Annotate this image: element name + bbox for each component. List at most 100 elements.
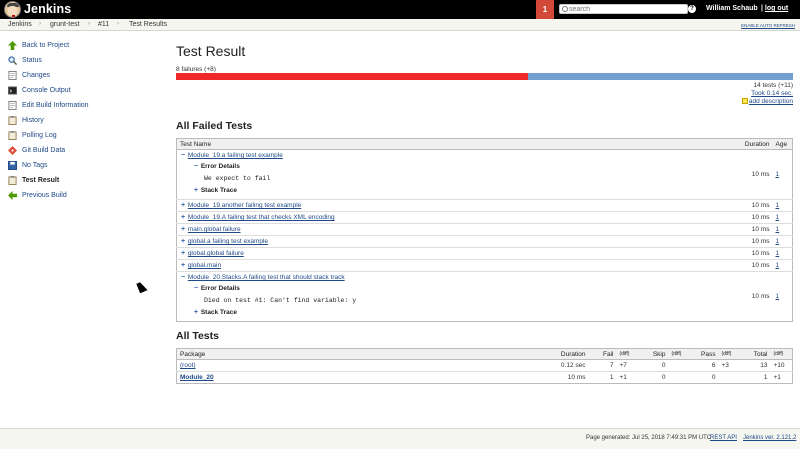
- notepad-icon: [8, 101, 17, 110]
- breadcrumb-build[interactable]: #11: [98, 21, 109, 28]
- sidebar-item-back-to-project[interactable]: Back to Project: [8, 40, 158, 52]
- sidebar-item-edit-build-information[interactable]: Edit Build Information: [8, 100, 158, 112]
- notepad-icon: [741, 98, 748, 104]
- expand-icon[interactable]: +: [193, 309, 199, 316]
- sidebar-item-git-build-data[interactable]: Git Build Data: [8, 145, 158, 157]
- column-header-duration[interactable]: Duration: [732, 138, 773, 150]
- package-link[interactable]: Module_20: [180, 374, 214, 381]
- collapse-icon[interactable]: −: [193, 285, 199, 292]
- duration-cell: 10 ms: [732, 149, 773, 200]
- table-row: (root) 0.12 sec 7 +7 0 6 +3 13 +10: [176, 359, 793, 372]
- table-row: + Module_19.another failing test example…: [176, 199, 793, 212]
- search-box[interactable]: [559, 4, 688, 14]
- duration-cell: 10 ms: [732, 199, 773, 212]
- notification-badge[interactable]: 1: [536, 0, 554, 19]
- collapse-icon[interactable]: −: [180, 152, 186, 159]
- fail-diff-cell: +1: [616, 371, 639, 384]
- took-duration-link[interactable]: Took 0.14 sec.: [751, 90, 793, 97]
- collapse-icon[interactable]: −: [180, 274, 186, 281]
- search-input[interactable]: [569, 5, 687, 13]
- expand-icon[interactable]: +: [180, 262, 186, 269]
- test-name-link[interactable]: global.main: [188, 262, 221, 269]
- test-name-link[interactable]: Module_19.A failing test that checks XML…: [188, 214, 335, 221]
- breadcrumb-job[interactable]: grunt-test: [50, 21, 80, 28]
- column-header-duration[interactable]: Duration: [528, 348, 589, 360]
- table-row: + main.global failure 10 ms 1: [176, 223, 793, 236]
- test-name-link[interactable]: global.global failure: [188, 250, 244, 257]
- column-header-package[interactable]: Package: [176, 348, 529, 360]
- failed-tests-table: Test Name Duration Age − Module_19.a fai…: [176, 138, 793, 322]
- age-link[interactable]: 1: [776, 262, 780, 269]
- logout-link[interactable]: log out: [765, 5, 788, 12]
- error-details-label: Error Details: [200, 163, 240, 170]
- expand-icon[interactable]: +: [180, 250, 186, 257]
- age-link[interactable]: 1: [776, 214, 780, 221]
- test-name-link[interactable]: Module_20.Stacks.A failing test that sho…: [188, 274, 345, 281]
- sidebar-item-previous-build[interactable]: Previous Build: [8, 190, 158, 202]
- age-link[interactable]: 1: [776, 238, 780, 245]
- sidebar-item-changes[interactable]: Changes: [8, 70, 158, 82]
- sidebar-item-label: Edit Build Information: [22, 102, 89, 109]
- add-description-link[interactable]: add description: [749, 98, 793, 105]
- sidebar-item-no-tags[interactable]: No Tags: [8, 160, 158, 172]
- sidebar-item-polling-log[interactable]: Polling Log: [8, 130, 158, 142]
- jenkins-version-link[interactable]: Jenkins ver. 2.121.2: [743, 435, 796, 441]
- expand-icon[interactable]: +: [180, 202, 186, 209]
- user-name-link[interactable]: William Schaub: [706, 5, 758, 12]
- search-icon: [8, 56, 17, 65]
- collapse-icon[interactable]: −: [193, 163, 199, 170]
- test-name-link[interactable]: Module_19.another failing test example: [188, 202, 301, 209]
- logout-separator: |: [761, 5, 763, 12]
- test-name-link[interactable]: main.global failure: [188, 226, 241, 233]
- test-name-link[interactable]: global.a failing test example: [188, 238, 268, 245]
- expand-icon[interactable]: +: [180, 238, 186, 245]
- git-icon: [8, 146, 17, 155]
- page-footer: Page generated: Jul 25, 2018 7:49:31 PM …: [0, 428, 800, 449]
- enable-auto-refresh-link[interactable]: ENABLE AUTO REFRESH: [741, 23, 795, 28]
- column-header-total-diff: (diff): [770, 348, 793, 360]
- package-link[interactable]: (root): [180, 362, 196, 369]
- sidebar-item-status[interactable]: Status: [8, 55, 158, 67]
- fail-diff-cell: +7: [616, 359, 639, 372]
- expand-icon[interactable]: +: [193, 187, 199, 194]
- error-message: We expect to fail: [204, 175, 271, 182]
- error-message: Died on test #1: Can't find variable: y: [204, 297, 357, 304]
- column-header-fail[interactable]: Fail: [588, 348, 617, 360]
- age-link[interactable]: 1: [776, 250, 780, 257]
- column-header-test-name[interactable]: Test Name: [176, 138, 733, 150]
- duration-cell: 10 ms: [732, 271, 773, 322]
- help-icon[interactable]: ?: [688, 5, 696, 13]
- column-header-total[interactable]: Total: [740, 348, 771, 360]
- table-row: − Module_20.Stacks.A failing test that s…: [176, 271, 793, 322]
- rest-api-link[interactable]: REST API: [710, 435, 737, 441]
- sidebar-item-test-result[interactable]: Test Result: [8, 175, 158, 187]
- sidebar-item-history[interactable]: History: [8, 115, 158, 127]
- breadcrumb-test-results[interactable]: Test Results: [129, 21, 167, 28]
- age-link[interactable]: 1: [776, 171, 780, 178]
- brand-name[interactable]: Jenkins: [24, 2, 71, 16]
- age-link[interactable]: 1: [776, 202, 780, 209]
- duration-cell: 10 ms: [732, 247, 773, 260]
- jenkins-logo[interactable]: [4, 1, 21, 18]
- column-header-fail-diff: (diff): [616, 348, 639, 360]
- mouse-cursor-icon: [136, 280, 148, 294]
- total-cell: 1: [740, 371, 771, 384]
- age-link[interactable]: 1: [776, 293, 780, 300]
- test-name-link[interactable]: Module_19.a failing test example: [188, 152, 283, 159]
- sidebar-item-label: Previous Build: [22, 192, 67, 199]
- pass-cell: 6: [690, 359, 719, 372]
- error-details-label: Error Details: [200, 285, 240, 292]
- column-header-pass[interactable]: Pass: [690, 348, 719, 360]
- expand-icon[interactable]: +: [180, 214, 186, 221]
- age-link[interactable]: 1: [776, 226, 780, 233]
- expand-icon[interactable]: +: [180, 226, 186, 233]
- total-cell: 13: [740, 359, 771, 372]
- column-header-skip[interactable]: Skip: [638, 348, 669, 360]
- breadcrumb-separator: ›: [117, 21, 119, 27]
- sidebar-item-console-output[interactable]: Console Output: [8, 85, 158, 97]
- back-arrow-icon: [8, 191, 17, 200]
- fail-cell: 1: [588, 371, 617, 384]
- column-header-age[interactable]: Age: [772, 138, 793, 150]
- breadcrumb-jenkins[interactable]: Jenkins: [8, 21, 32, 28]
- duration-cell: 0.12 sec: [528, 359, 589, 372]
